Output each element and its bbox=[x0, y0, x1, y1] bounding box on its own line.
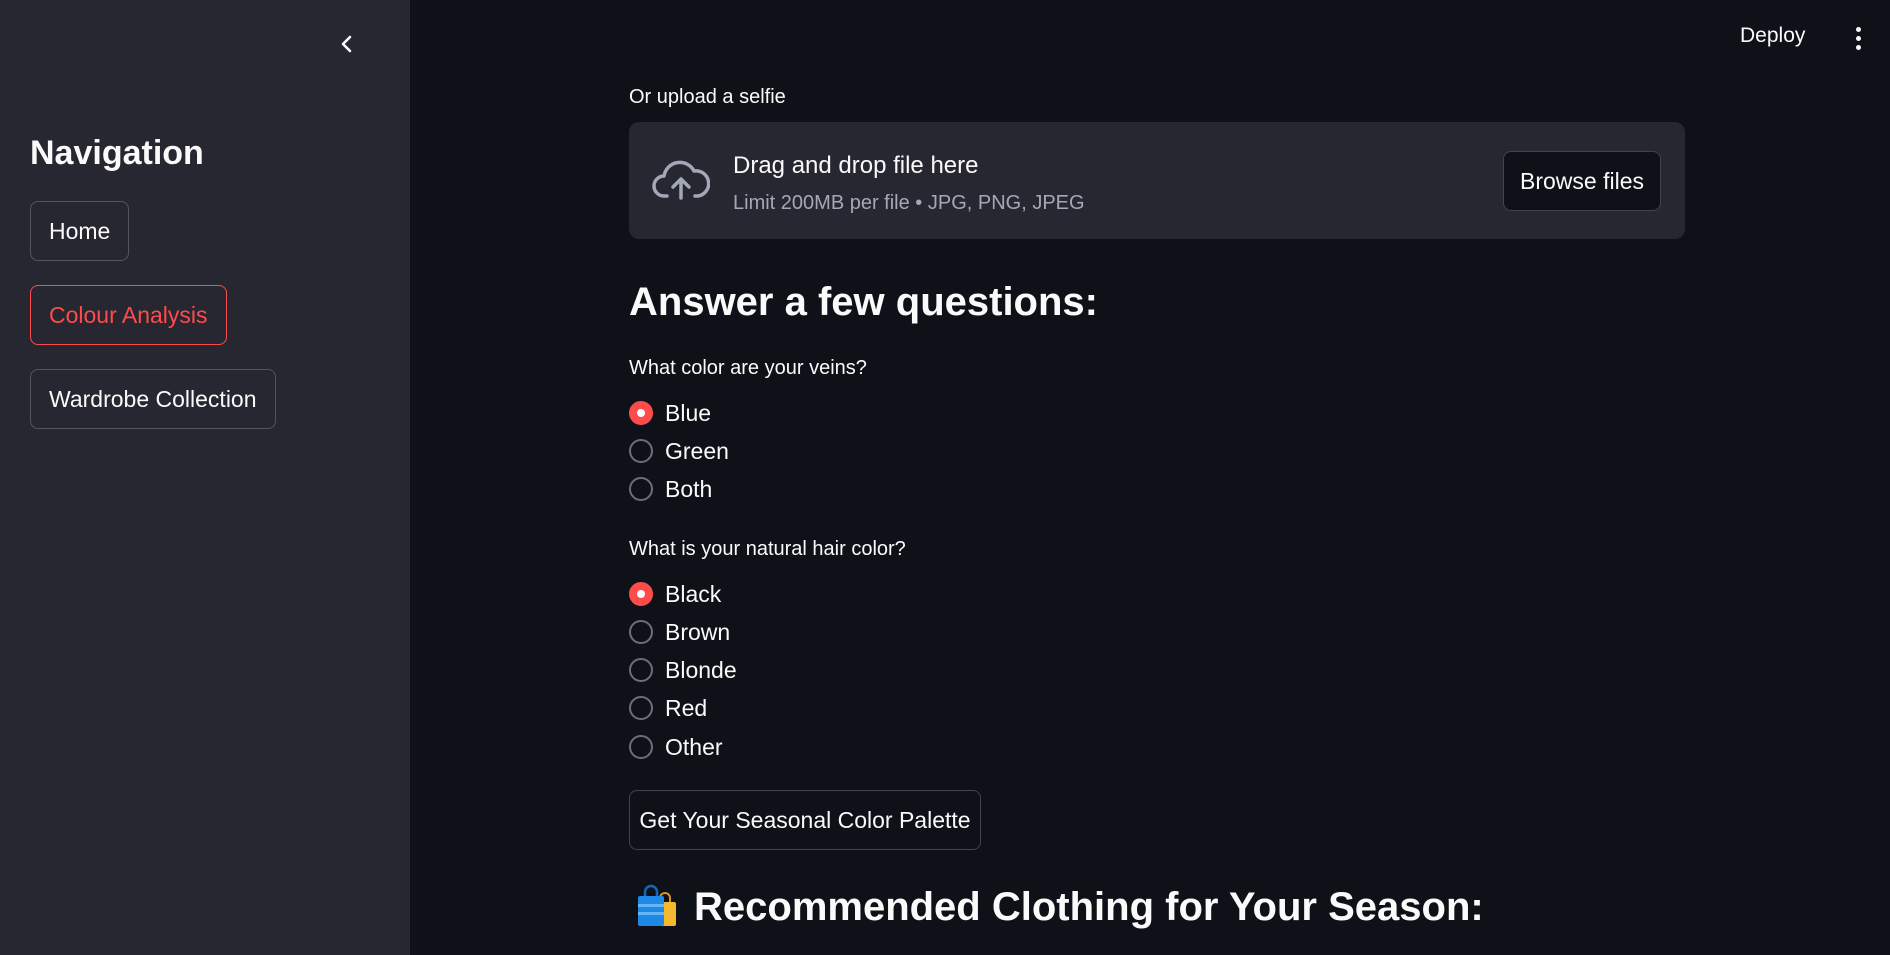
radio-label: Other bbox=[665, 733, 723, 760]
file-dropzone[interactable]: Drag and drop file here Limit 200MB per … bbox=[629, 122, 1685, 239]
radio-button[interactable] bbox=[629, 477, 653, 501]
sidebar-item-label: Wardrobe Collection bbox=[49, 385, 257, 412]
radio-button[interactable] bbox=[629, 401, 653, 425]
radio-label: Red bbox=[665, 694, 708, 721]
sidebar: Navigation Home Colour Analysis Wardrobe… bbox=[0, 0, 410, 955]
browse-files-button[interactable]: Browse files bbox=[1503, 151, 1661, 211]
radio-label: Black bbox=[665, 580, 722, 607]
radio-button[interactable] bbox=[629, 582, 653, 606]
sidebar-item-wardrobe-collection[interactable]: Wardrobe Collection bbox=[30, 369, 276, 429]
radio-option-blonde[interactable]: Blonde bbox=[629, 655, 737, 685]
radio-button[interactable] bbox=[629, 696, 653, 720]
veins-question-label: What color are your veins? bbox=[629, 357, 867, 379]
main-menu-button[interactable] bbox=[1846, 24, 1870, 52]
kebab-menu-icon bbox=[1855, 26, 1861, 50]
radio-label: Blue bbox=[665, 399, 712, 426]
chevron-left-icon bbox=[341, 35, 352, 53]
radio-option-both[interactable]: Both bbox=[629, 474, 712, 504]
radio-label: Green bbox=[665, 437, 729, 464]
radio-button[interactable] bbox=[629, 735, 653, 759]
radio-label: Brown bbox=[665, 618, 731, 645]
sidebar-item-label: Home bbox=[49, 217, 111, 244]
recommend-heading-row: Recommended Clothing for Your Season: bbox=[634, 884, 1484, 930]
radio-option-brown[interactable]: Brown bbox=[629, 617, 730, 647]
questions-heading: Answer a few questions: bbox=[629, 280, 1098, 324]
radio-button[interactable] bbox=[629, 439, 653, 463]
recommend-heading: Recommended Clothing for Your Season: bbox=[694, 884, 1484, 929]
sidebar-item-label: Colour Analysis bbox=[49, 301, 208, 328]
hair-question-label: What is your natural hair color? bbox=[629, 538, 906, 560]
dropzone-subtitle: Limit 200MB per file • JPG, PNG, JPEG bbox=[733, 192, 1085, 214]
shopping-bags-icon bbox=[638, 884, 676, 926]
radio-option-blue[interactable]: Blue bbox=[629, 398, 711, 428]
radio-option-red[interactable]: Red bbox=[629, 693, 707, 723]
get-palette-button[interactable]: Get Your Seasonal Color Palette bbox=[629, 790, 981, 850]
radio-button[interactable] bbox=[629, 620, 653, 644]
deploy-button[interactable]: Deploy bbox=[1740, 24, 1805, 48]
radio-option-other[interactable]: Other bbox=[629, 732, 723, 762]
upload-label: Or upload a selfie bbox=[629, 86, 786, 108]
sidebar-item-home[interactable]: Home bbox=[30, 201, 130, 261]
sidebar-title: Navigation bbox=[30, 134, 204, 172]
radio-label: Blonde bbox=[665, 656, 737, 683]
cloud-upload-icon bbox=[652, 160, 710, 200]
radio-label: Both bbox=[665, 475, 713, 502]
collapse-sidebar-button[interactable] bbox=[330, 27, 364, 61]
radio-option-green[interactable]: Green bbox=[629, 436, 729, 466]
radio-option-black[interactable]: Black bbox=[629, 579, 721, 609]
dropzone-title: Drag and drop file here bbox=[733, 152, 979, 179]
radio-button[interactable] bbox=[629, 658, 653, 682]
sidebar-item-colour-analysis[interactable]: Colour Analysis bbox=[30, 285, 227, 345]
